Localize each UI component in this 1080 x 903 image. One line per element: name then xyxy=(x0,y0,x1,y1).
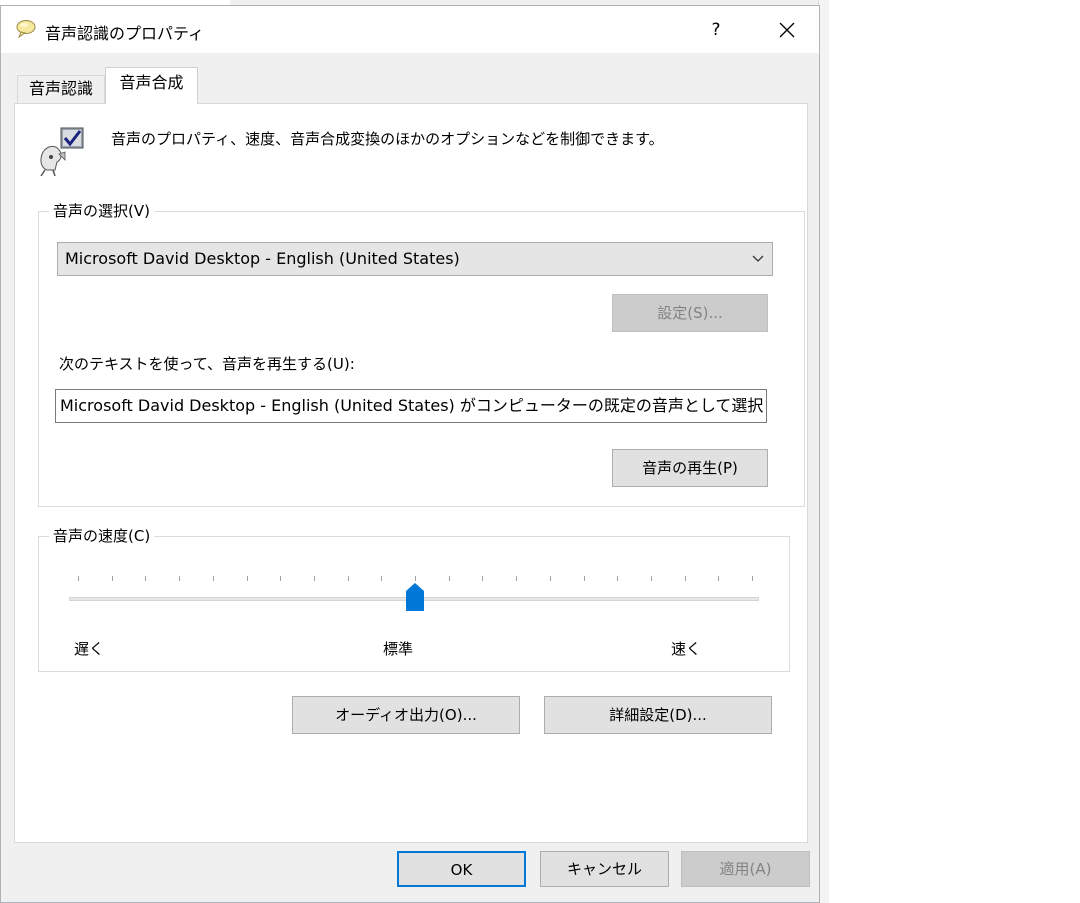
cancel-button[interactable]: キャンセル xyxy=(540,851,669,887)
ok-button[interactable]: OK xyxy=(397,851,526,887)
speed-slider-tick xyxy=(111,576,113,581)
speed-slider-tick xyxy=(280,576,282,581)
voice-select[interactable]: Microsoft David Desktop - English (Unite… xyxy=(57,242,773,276)
speed-slow-label: 遅く xyxy=(74,640,105,658)
speed-slider-tick xyxy=(313,576,315,581)
speed-slider-tick xyxy=(381,576,383,581)
voice-selection-label: 音声の選択(V) xyxy=(49,200,154,221)
audio-output-button[interactable]: オーディオ出力(O)... xyxy=(292,696,520,734)
speed-slider-tick xyxy=(347,576,349,581)
preview-text-input[interactable]: Microsoft David Desktop - English (Unite… xyxy=(55,389,767,423)
window-title: 音声認識のプロパティ xyxy=(45,24,205,43)
speed-slider-tick xyxy=(448,576,450,581)
title-bar: 音声認識のプロパティ ? xyxy=(1,6,819,53)
close-icon xyxy=(779,22,795,38)
speed-slider-tick xyxy=(78,576,79,581)
play-voice-button[interactable]: 音声の再生(P) xyxy=(612,449,768,487)
speed-slider-tick xyxy=(583,576,585,581)
speed-slider-tick xyxy=(482,576,484,581)
close-button[interactable] xyxy=(771,16,803,44)
advanced-settings-button[interactable]: 詳細設定(D)... xyxy=(544,696,772,734)
tab-panel: 音声のプロパティ、速度、音声合成変換のほかのオプションなどを制御できます。 音声… xyxy=(14,103,808,843)
speed-slider-tick xyxy=(718,576,720,581)
speed-slider-thumb[interactable] xyxy=(405,582,425,612)
preview-text-label: 次のテキストを使って、音声を再生する(U): xyxy=(59,355,355,373)
speed-slider-tick xyxy=(650,576,652,581)
chevron-down-icon xyxy=(752,255,764,262)
speed-slider-tick xyxy=(617,576,619,581)
description-text: 音声のプロパティ、速度、音声合成変換のほかのオプションなどを制御できます。 xyxy=(111,130,664,148)
voice-settings-button[interactable]: 設定(S)... xyxy=(612,294,768,332)
tab-text-to-speech[interactable]: 音声合成 xyxy=(105,67,198,104)
speed-slider-tick xyxy=(145,576,147,581)
voice-select-value: Microsoft David Desktop - English (Unite… xyxy=(65,249,460,268)
speech-bubble-icon xyxy=(16,20,36,39)
tab-speech-recognition[interactable]: 音声認識 xyxy=(17,75,105,103)
speech-properties-dialog: 音声認識のプロパティ ? 音声認識 音声合成 音声のプロパティ、速度、音声合成変… xyxy=(0,5,820,903)
speed-slider-tick xyxy=(549,576,551,581)
speed-slider-tick xyxy=(246,576,248,581)
speed-slider-tick xyxy=(212,576,214,581)
speed-slider-tick xyxy=(516,576,518,581)
speed-slider-tick xyxy=(415,576,416,581)
speed-slider-tick xyxy=(752,576,753,581)
speed-slider-tick xyxy=(684,576,686,581)
speech-properties-icon xyxy=(40,127,84,176)
speed-slider-tick xyxy=(179,576,181,581)
voice-speed-label: 音声の速度(C) xyxy=(49,525,155,546)
speed-fast-label: 速く xyxy=(671,640,702,658)
help-button[interactable]: ? xyxy=(701,16,731,44)
apply-button[interactable]: 適用(A) xyxy=(681,851,810,887)
speed-normal-label: 標準 xyxy=(383,640,414,658)
